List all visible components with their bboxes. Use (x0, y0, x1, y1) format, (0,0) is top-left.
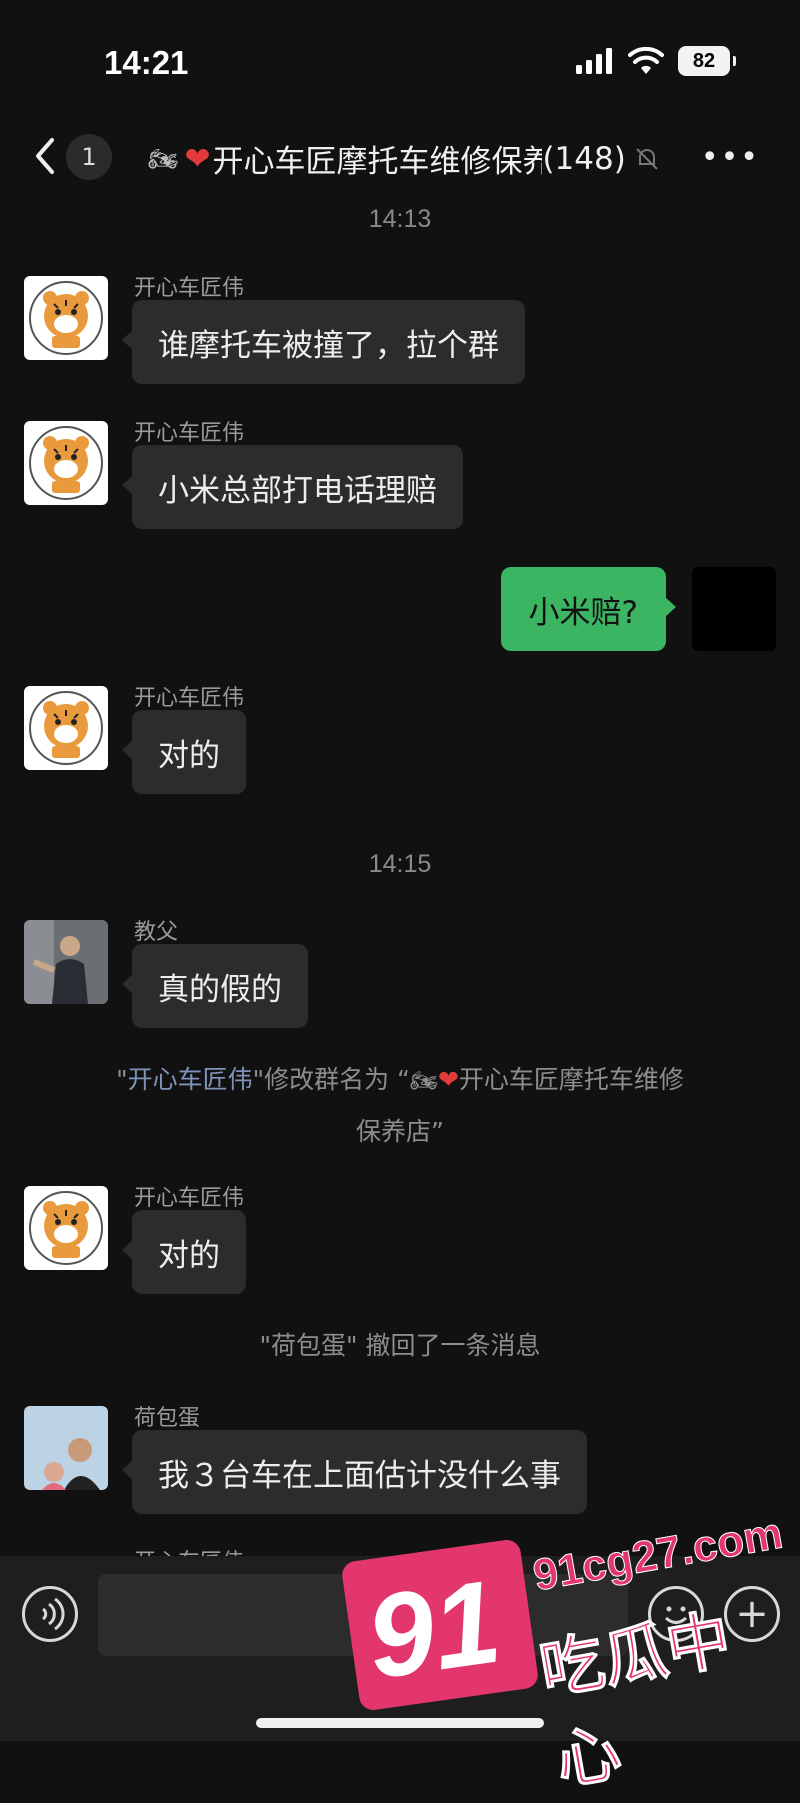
avatar-self[interactable] (692, 567, 776, 651)
notice-text: " (116, 1065, 128, 1094)
person-photo-icon (24, 920, 108, 1004)
sender-name: 开心车匠伟 (134, 1186, 245, 1211)
battery-indicator: 82 (678, 46, 736, 76)
watermark-number: 91 (359, 1555, 508, 1705)
sender-name: 教父 (134, 920, 179, 945)
motorcycle-icon: 🏍 (410, 1069, 438, 1094)
status-icons: 82 (576, 46, 736, 76)
avatar-tiger[interactable] (24, 1186, 108, 1270)
system-notice-recall: "荷包蛋" 撤回了一条消息 (259, 1331, 541, 1360)
voice-input-icon[interactable] (22, 1586, 78, 1642)
message-bubble[interactable]: 对的 (122, 1210, 246, 1294)
chat-header: 1 🏍 ❤ 开心车匠摩托车维修保养店 (148) ••• (0, 120, 800, 200)
tiger-icon (29, 281, 103, 355)
avatar-tiger[interactable] (24, 276, 108, 360)
message-bubble[interactable]: 谁摩托车被撞了，拉个群 (122, 300, 525, 384)
avatar-photo-couple[interactable] (24, 1406, 108, 1490)
heart-icon: ❤ (184, 140, 211, 177)
message-bubble[interactable]: 真的假的 (122, 944, 308, 1028)
more-options-icon[interactable]: ••• (701, 140, 760, 175)
watermark: 91 91cg27.com 吃瓜中心 (340, 1470, 800, 1800)
tiger-icon (29, 691, 103, 765)
group-name: 开心车匠摩托车维修保养店 (212, 144, 543, 180)
notice-text: 保养店” (356, 1117, 444, 1146)
member-count: (148) (542, 140, 626, 177)
motorcycle-icon: 🏍 (148, 144, 179, 173)
sender-name: 开心车匠伟 (134, 686, 245, 711)
wifi-icon (628, 47, 664, 74)
system-notice-rename: "开心车匠伟"修改群名为 “🏍❤开心车匠摩托车维修 保养店” (40, 1055, 760, 1157)
tiger-icon (29, 1191, 103, 1265)
chat-title[interactable]: 🏍 ❤ 开心车匠摩托车维修保养店 (148) (148, 136, 688, 181)
message-bubble[interactable]: 对的 (122, 710, 246, 794)
timestamp: 14:15 (368, 850, 432, 878)
avatar-tiger[interactable] (24, 421, 108, 505)
avatar-photo-man[interactable] (24, 920, 108, 1004)
back-chevron-icon[interactable] (28, 136, 64, 176)
sender-name: 荷包蛋 (134, 1406, 201, 1431)
watermark-label: 吃瓜中心 (534, 1602, 737, 1800)
home-indicator[interactable] (256, 1718, 544, 1728)
status-time: 14:21 (104, 44, 189, 81)
unread-count-badge[interactable]: 1 (66, 134, 112, 180)
timestamp: 14:13 (368, 205, 432, 233)
notice-actor-link[interactable]: 开心车匠伟 (128, 1065, 253, 1094)
cellular-signal-icon (576, 48, 612, 74)
message-bubble-mine[interactable]: 小米赔? (500, 567, 677, 651)
notice-new-name: 开心车匠摩托车维修 (458, 1065, 684, 1094)
mute-bell-icon (636, 147, 658, 170)
heart-icon: ❤ (437, 1065, 459, 1094)
sender-name: 开心车匠伟 (134, 276, 245, 301)
status-bar: 14:21 82 (0, 0, 800, 120)
sender-name: 开心车匠伟 (134, 421, 245, 446)
notice-text: "修改群名为 “ (252, 1065, 410, 1094)
person-photo-icon (24, 1406, 108, 1490)
avatar-tiger[interactable] (24, 686, 108, 770)
message-bubble[interactable]: 小米总部打电话理赔 (122, 445, 463, 529)
tiger-icon (29, 426, 103, 500)
